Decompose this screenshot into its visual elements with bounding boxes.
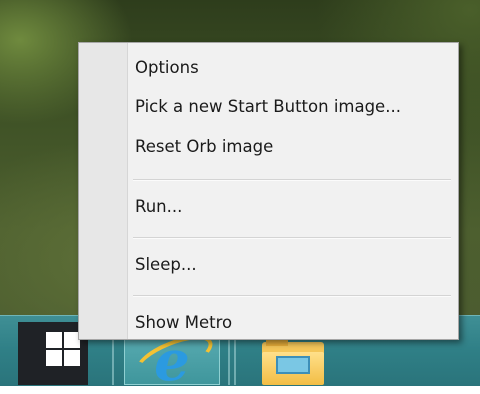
file-explorer-folder-icon[interactable] (262, 338, 324, 385)
start-button-context-menu: Options Pick a new Start Button image...… (78, 42, 459, 340)
menu-icon-gutter (79, 43, 128, 339)
menu-item-show-metro[interactable]: Show Metro (127, 309, 458, 337)
menu-separator (133, 237, 451, 239)
windows-logo-icon (46, 332, 80, 366)
menu-item-options[interactable]: Options (127, 54, 458, 82)
menu-separator (133, 295, 451, 297)
menu-item-reset-orb-image[interactable]: Reset Orb image (127, 133, 458, 161)
menu-separator (133, 179, 451, 181)
internet-explorer-icon: e (154, 328, 190, 394)
menu-item-sleep[interactable]: Sleep... (127, 251, 458, 279)
menu-item-pick-start-button-image[interactable]: Pick a new Start Button image... (127, 93, 458, 121)
menu-item-run[interactable]: Run... (127, 193, 458, 221)
